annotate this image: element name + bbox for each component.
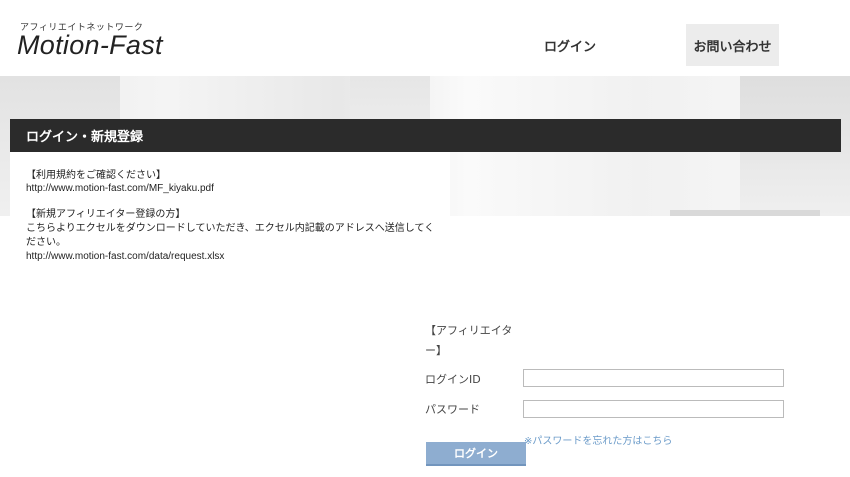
nav-login-link[interactable]: ログイン: [530, 24, 610, 66]
new-affiliate-heading: 【新規アフィリエイター登録の方】: [26, 209, 186, 220]
nav-contact-link[interactable]: お問い合わせ: [686, 24, 779, 66]
new-affiliate-text-line1: こちらよりエクセルをダウンロードしていただき、エクセル内記載のアドレスへ送信して…: [26, 223, 435, 234]
request-url[interactable]: http://www.motion-fast.com/data/request.…: [26, 250, 224, 263]
site-header: アフィリエイトネットワーク Motion-Fast ログイン お問い合わせ: [0, 0, 850, 76]
info-panel: 【利用規約をご確認ください】 http://www.motion-fast.co…: [10, 152, 450, 272]
site-logo[interactable]: Motion-Fast: [17, 30, 163, 61]
form-heading-line2: ー】: [425, 344, 447, 357]
password-input[interactable]: [523, 400, 784, 418]
form-heading: 【アフィリエイタ ー】: [425, 321, 525, 361]
login-id-label: ログインID: [425, 373, 481, 386]
login-button[interactable]: ログイン: [426, 442, 526, 466]
form-heading-line1: 【アフィリエイタ: [425, 324, 513, 337]
terms-url[interactable]: http://www.motion-fast.com/MF_kiyaku.pdf: [26, 182, 214, 195]
forgot-password-link[interactable]: ※パスワードを忘れた方はこちら: [524, 432, 672, 447]
terms-heading: 【利用規約をご確認ください】: [26, 170, 166, 181]
password-label: パスワード: [425, 403, 480, 416]
login-id-input[interactable]: [523, 369, 784, 387]
new-affiliate-text-line2: ださい。: [26, 237, 66, 248]
hero-stripe: [670, 210, 820, 216]
section-title: ログイン・新規登録: [10, 119, 841, 152]
